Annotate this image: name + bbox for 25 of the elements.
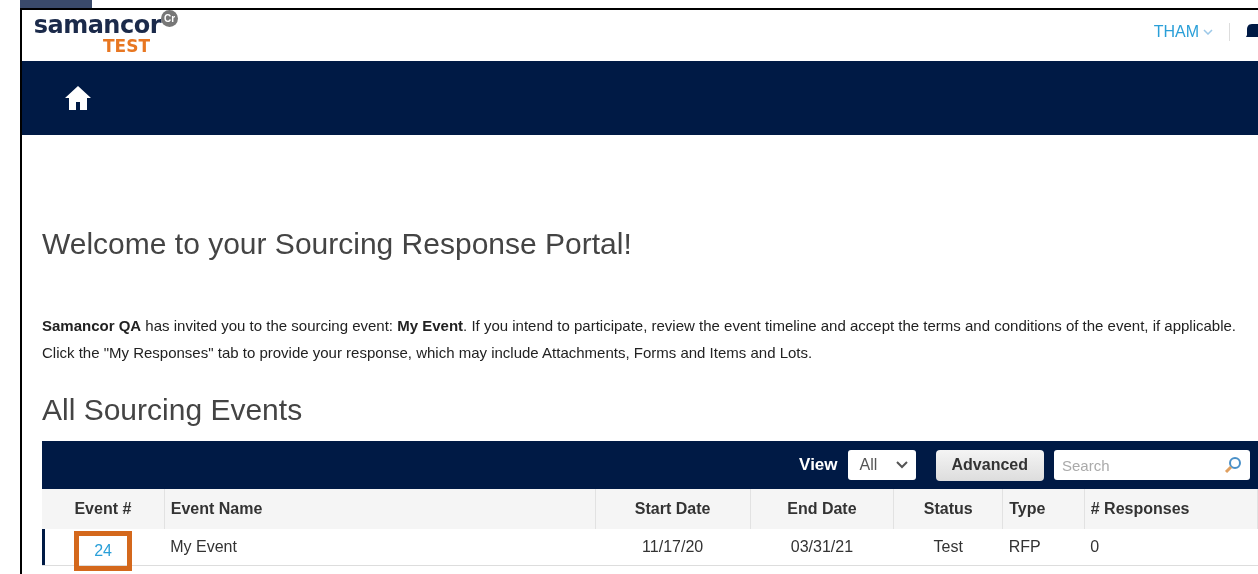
column-header: Status: [923, 500, 973, 517]
view-dropdown[interactable]: All: [847, 450, 916, 480]
chevron-icon: [1203, 29, 1213, 35]
table-cell: 0: [1090, 538, 1100, 555]
table-cell: Test: [933, 538, 963, 555]
column-header: Event Name: [170, 500, 263, 517]
chevron-icon: [895, 461, 908, 469]
background-window: [20, 0, 92, 8]
table-cell: My Event: [170, 538, 237, 555]
welcome-title: Welcome to your Sourcing Response Portal!: [42, 226, 633, 262]
column-header: Start Date: [634, 500, 711, 517]
table-cell: 11/17/20: [642, 538, 704, 555]
events-title: All Sourcing Events: [42, 392, 304, 428]
column-header: # Responses: [1090, 500, 1190, 517]
invitation-text: Samancor QA has invited you to the sourcing event: My Event. If you intend to participate, review the event timeline and accept the terms and conditions of the event, if applicable. Click the "My Responses" tab to provide your response, which may include Attachments, Forms and Items and Lots.: [42, 316, 1238, 363]
column-header: Type: [1009, 500, 1046, 517]
table-cell: 03/31/21: [790, 538, 854, 555]
search-icon[interactable]: [1224, 456, 1242, 474]
column-header: End Date: [787, 500, 857, 517]
column-header: Event #: [74, 500, 132, 517]
table-cell: RFP: [1008, 538, 1041, 555]
home-icon[interactable]: [64, 85, 92, 111]
view-label: View: [799, 455, 838, 475]
search-field[interactable]: Search: [1054, 450, 1250, 480]
advanced-button[interactable]: Advanced: [935, 449, 1044, 481]
